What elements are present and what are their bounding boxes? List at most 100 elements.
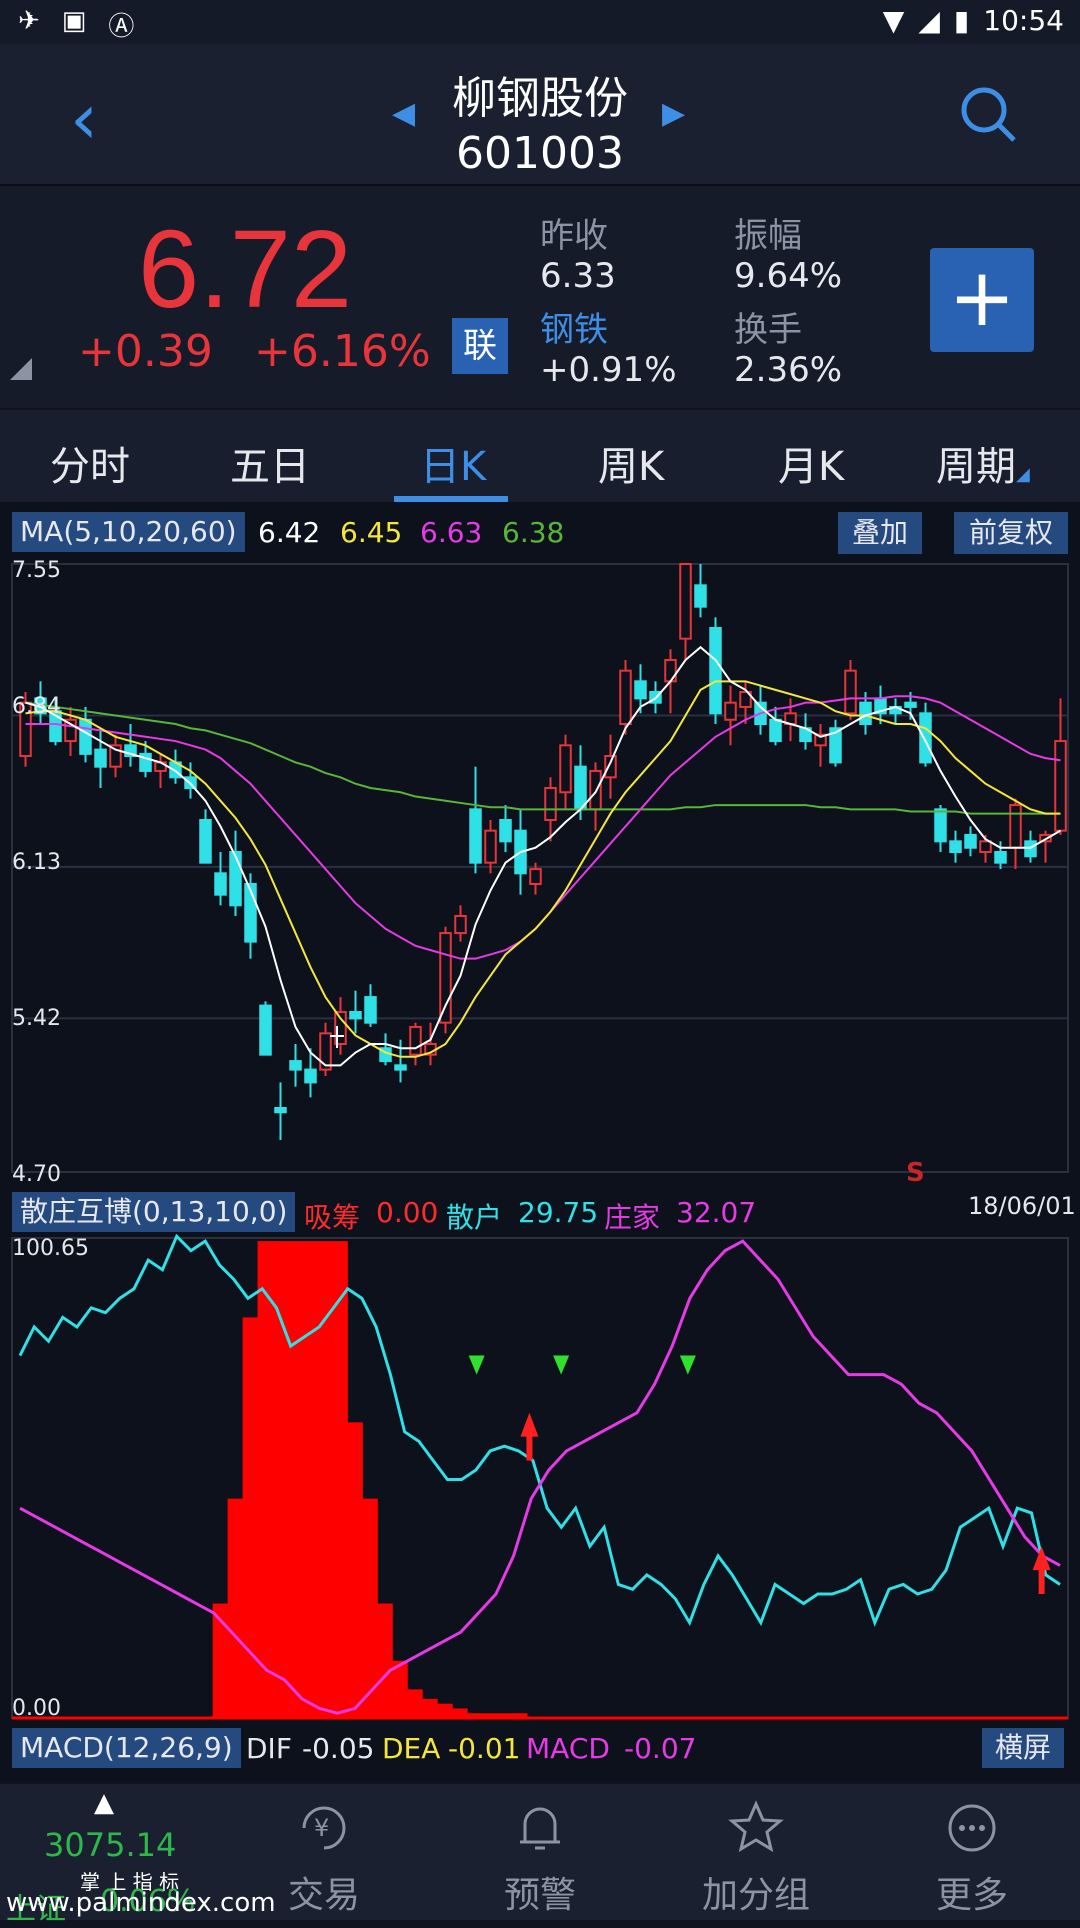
more-icon [948, 1804, 996, 1852]
nav-add-group[interactable]: 加分组 [656, 1784, 856, 1918]
turnover-value: 2.36% [734, 350, 843, 390]
tab-five-day[interactable]: 五日 [230, 434, 310, 492]
green-down-marker [553, 1355, 570, 1375]
candle-body [979, 840, 992, 854]
period-tabs: 分时 五日 日K 周K 月K 周期◢ [0, 410, 1080, 502]
add-watchlist-button[interactable]: + [930, 248, 1034, 352]
xichou-label: 吸筹 [304, 1201, 361, 1234]
candle-body [559, 744, 572, 794]
tab-daily-k[interactable]: 日K [420, 434, 486, 492]
kline-frame [11, 563, 1069, 1173]
expand-corner-icon[interactable] [10, 358, 32, 380]
sanhu-value: 29.75 [518, 1196, 599, 1229]
candle-body [439, 932, 452, 1024]
dea-label: DEA [382, 1732, 441, 1765]
ma20-value: 6.63 [420, 516, 483, 549]
axis-mid3: 5.42 [12, 1006, 61, 1031]
ma60-line [25, 701, 1061, 815]
candle-body [694, 584, 707, 608]
index-widget[interactable]: ▲ 3075.14 掌 上 指 标 上证 0.06% www.palmindex… [0, 1784, 276, 1927]
bottom-nav: ▲ 3075.14 掌 上 指 标 上证 0.06% www.palmindex… [0, 1784, 1080, 1927]
candle-body [949, 840, 962, 854]
xichou-bar [347, 1422, 363, 1718]
candle-body [529, 868, 542, 886]
date-label: 18/06/01 [968, 1192, 1076, 1220]
ma10-value: 6.45 [340, 516, 403, 549]
tab-period[interactable]: 周期◢ [936, 434, 1030, 492]
candle-body [574, 765, 587, 811]
candle-body [454, 915, 467, 935]
candle-body [289, 1060, 302, 1071]
xichou-bar [332, 1241, 348, 1718]
prev-close-label: 昨收 [540, 216, 608, 256]
tab-monthly-k[interactable]: 月K [778, 434, 844, 492]
indicator-chart[interactable] [0, 1234, 1080, 1722]
green-down-marker [679, 1355, 696, 1375]
overlay-button[interactable]: 叠加 [838, 512, 922, 554]
nav-alert[interactable]: 预警 [440, 1784, 640, 1918]
dif-label: DIF [246, 1732, 292, 1765]
candle-body [469, 808, 482, 864]
candle-body [844, 669, 857, 715]
indicator-label[interactable]: 散庄互博(0,13,10,0) [12, 1192, 296, 1232]
axis-mid1: 6.84 [12, 694, 61, 719]
green-down-marker [468, 1355, 485, 1375]
candle-body [394, 1064, 407, 1071]
app-icon: Ⓐ [108, 12, 135, 42]
candle-body [304, 1068, 317, 1084]
price-change-pct: +6.16% [254, 326, 431, 377]
turnover-label: 换手 [734, 310, 802, 350]
search-icon[interactable] [958, 84, 1018, 144]
tab-timeshare[interactable]: 分时 [50, 434, 130, 492]
candle-body [604, 755, 617, 779]
sanhu-label: 散户 [446, 1201, 503, 1234]
candle-body [274, 1107, 287, 1114]
tab-period-label: 周期 [936, 444, 1016, 490]
ma5-value: 6.42 [258, 516, 321, 549]
current-price: 6.72 [138, 208, 353, 331]
candle-body [934, 808, 947, 843]
chart-area: MA(5,10,20,60) 6.42 6.45 6.63 6.38 叠加 前复… [0, 502, 1080, 1782]
dropdown-icon: ◢ [1016, 464, 1030, 485]
svg-text:¥: ¥ [314, 1814, 329, 1842]
candle-body [259, 1004, 272, 1056]
nav-more[interactable]: 更多 [872, 1784, 1072, 1918]
candle-body [1054, 740, 1067, 832]
candle-body [214, 872, 227, 896]
quote-panel: 6.72 +0.39 +6.16% 联 昨收 6.33 钢铁 +0.91% 振幅… [0, 186, 1080, 408]
kline-chart[interactable] [0, 556, 1080, 1186]
tab-weekly-k[interactable]: 周K [598, 434, 664, 492]
ma5-line [25, 645, 1061, 1067]
zhuangjia-line [19, 1239, 1061, 1715]
macd-label[interactable]: MACD(12,26,9) [12, 1728, 241, 1768]
ind-axis-top: 100.65 [12, 1236, 89, 1261]
nav-trade[interactable]: ¥ 交易 [224, 1784, 424, 1918]
ma60-value: 6.38 [502, 516, 565, 549]
bell-icon [520, 1807, 560, 1850]
xichou-bar [302, 1241, 318, 1718]
candle-body [1024, 840, 1037, 858]
macd-name: MACD [526, 1732, 610, 1765]
xichou-bar [422, 1698, 438, 1718]
adjust-button[interactable]: 前复权 [954, 512, 1068, 554]
indicator-frame [11, 1237, 1069, 1719]
status-time: 10:54 [983, 4, 1064, 37]
dif-value: -0.05 [302, 1732, 375, 1765]
candle-body [364, 996, 377, 1024]
ma-label[interactable]: MA(5,10,20,60) [12, 512, 245, 552]
sector-label[interactable]: 钢铁 [540, 302, 608, 351]
candle-body [484, 829, 497, 864]
xichou-bar [272, 1241, 288, 1718]
back-icon[interactable]: ‹ [70, 84, 98, 154]
ind-axis-bottom: 0.00 [12, 1696, 61, 1721]
next-stock-icon[interactable]: ▶ [662, 96, 685, 131]
lian-button[interactable]: 联 [452, 318, 508, 374]
zhuangjia-label: 庄家 [604, 1201, 661, 1234]
candle-body [679, 563, 692, 640]
candle-body [409, 1025, 422, 1056]
amplitude-label: 振幅 [734, 216, 802, 256]
candle-body [904, 701, 917, 708]
landscape-button[interactable]: 横屏 [982, 1728, 1064, 1768]
axis-bottom: 4.70 [12, 1162, 61, 1187]
nav-add-group-label: 加分组 [701, 1875, 810, 1916]
